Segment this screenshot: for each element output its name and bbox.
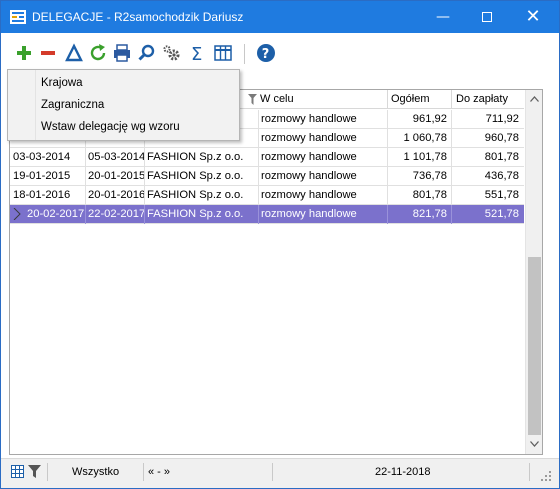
resize-grip-icon[interactable] <box>541 471 551 481</box>
cell-cel: rozmowy handlowe <box>261 208 357 220</box>
scrollbar-thumb[interactable] <box>528 257 541 435</box>
columns-icon[interactable] <box>213 43 233 63</box>
cell-do: 20-01-2016 <box>88 189 146 201</box>
current-date: 22-11-2018 <box>375 466 431 478</box>
scroll-down-icon[interactable] <box>530 441 539 447</box>
menu-item-wstaw-wg-wzoru[interactable]: Wstaw delegację wg wzoru <box>41 117 180 137</box>
filter-status[interactable]: Wszystko <box>72 466 119 478</box>
cell-cel: rozmowy handlowe <box>261 189 357 201</box>
print-icon[interactable] <box>112 43 132 63</box>
cell-do: 22-02-2017 <box>88 208 146 220</box>
app-icon <box>10 10 26 24</box>
menu-item-zagraniczna[interactable]: Zagraniczna <box>41 95 104 115</box>
menu-gutter <box>8 70 36 140</box>
add-icon[interactable] <box>14 43 34 63</box>
svg-text:?: ? <box>262 47 270 62</box>
cell-do-zaplaty: 801,78 <box>484 151 519 163</box>
current-row-indicator-icon <box>13 208 21 220</box>
cell-od: 03-03-2014 <box>13 151 71 163</box>
cell-ogolem: 1 101,78 <box>403 151 447 163</box>
cell-firma: FASHION Sp.z o.o. <box>147 151 244 163</box>
cell-firma: FASHION Sp.z o.o. <box>147 208 244 220</box>
table-row[interactable]: 03-03-2014 05-03-2014 FASHION Sp.z o.o. … <box>10 148 524 167</box>
cell-ogolem: 1 060,78 <box>403 132 447 144</box>
cell-do-zaplaty: 521,78 <box>484 208 519 220</box>
cell-do: 05-03-2014 <box>88 151 146 163</box>
column-header-ogolem[interactable]: Ogółem <box>391 93 430 105</box>
cell-ogolem: 821,78 <box>412 208 447 220</box>
minimize-button[interactable]: — <box>421 1 465 33</box>
grid-view-icon[interactable] <box>11 465 24 478</box>
status-bar: Wszystko « - » 22-11-2018 <box>1 458 559 488</box>
vertical-scrollbar[interactable] <box>525 90 542 454</box>
cell-cel: rozmowy handlowe <box>261 170 357 182</box>
table-row[interactable]: 18-01-2016 20-01-2016 FASHION Sp.z o.o. … <box>10 186 524 205</box>
edit-icon[interactable] <box>64 43 84 63</box>
refresh-icon[interactable] <box>88 43 108 63</box>
svg-text:Σ: Σ <box>191 44 202 63</box>
cell-ogolem: 961,92 <box>412 113 447 125</box>
settings-icon[interactable] <box>162 43 182 63</box>
menu-item-krajowa[interactable]: Krajowa <box>41 73 83 93</box>
cell-cel: rozmowy handlowe <box>261 113 357 125</box>
cell-ogolem: 801,78 <box>412 189 447 201</box>
help-icon[interactable]: ? <box>256 43 276 63</box>
sum-icon[interactable]: Σ <box>188 43 208 63</box>
record-navigation[interactable]: « - » <box>148 466 170 478</box>
cell-do-zaplaty: 960,78 <box>484 132 519 144</box>
cell-cel: rozmowy handlowe <box>261 132 357 144</box>
cell-od: 18-01-2016 <box>13 189 71 201</box>
remove-icon[interactable] <box>38 43 58 63</box>
column-header-do-zaplaty[interactable]: Do zapłaty <box>456 93 508 105</box>
column-header-cel[interactable]: W celu <box>260 93 294 105</box>
maximize-button[interactable] <box>465 1 509 33</box>
cell-do: 20-01-2015 <box>88 170 146 182</box>
table-row-selected[interactable]: 20-02-2017 22-02-2017 FASHION Sp.z o.o. … <box>10 205 524 224</box>
app-window: DELEGACJE - R2samochodzik Dariusz — ✕ Σ … <box>0 0 560 489</box>
cell-do-zaplaty: 711,92 <box>485 113 519 125</box>
cell-ogolem: 736,78 <box>412 170 447 182</box>
cell-do-zaplaty: 436,78 <box>484 170 519 182</box>
toolbar-separator <box>244 44 245 64</box>
delegations-table: W celu Ogółem Do zapłaty rozmowy handlow… <box>9 89 543 455</box>
search-icon[interactable] <box>137 43 157 63</box>
title-bar: DELEGACJE - R2samochodzik Dariusz — ✕ <box>1 1 559 33</box>
table-row[interactable]: 19-01-2015 20-01-2015 FASHION Sp.z o.o. … <box>10 167 524 186</box>
window-title: DELEGACJE - R2samochodzik Dariusz <box>32 10 244 24</box>
filter-icon[interactable] <box>248 94 257 105</box>
cell-od: 19-01-2015 <box>13 170 71 182</box>
cell-do-zaplaty: 551,78 <box>484 189 519 201</box>
close-button[interactable]: ✕ <box>511 1 555 33</box>
cell-firma: FASHION Sp.z o.o. <box>147 189 244 201</box>
add-delegation-menu: Krajowa Zagraniczna Wstaw delegację wg w… <box>7 69 240 141</box>
cell-cel: rozmowy handlowe <box>261 151 357 163</box>
cell-od: 20-02-2017 <box>27 208 85 220</box>
filter-icon[interactable] <box>28 465 41 478</box>
scroll-up-icon[interactable] <box>530 96 539 102</box>
cell-firma: FASHION Sp.z o.o. <box>147 170 244 182</box>
toolbar: Σ ? <box>1 33 559 69</box>
